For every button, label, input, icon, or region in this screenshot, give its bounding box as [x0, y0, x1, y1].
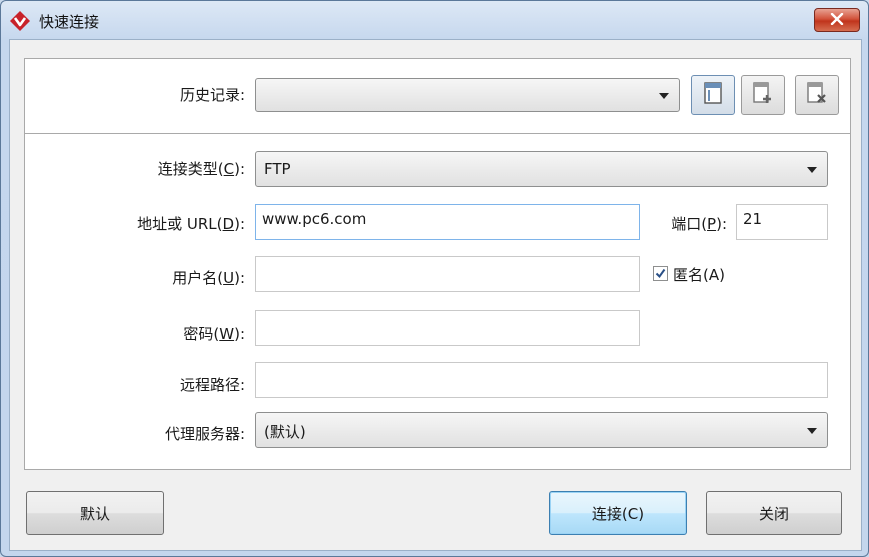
checkmark-icon — [655, 265, 666, 283]
delete-history-button[interactable] — [795, 75, 839, 115]
chevron-down-icon — [807, 428, 817, 434]
window-title: 快速连接 — [39, 13, 100, 31]
password-label: 密码(W): — [183, 325, 245, 343]
connection-panel: 历史记录: 连接类型(C): FTP 地址或 URL(D): www.pc6.c… — [24, 58, 851, 470]
history-panel-icon — [703, 82, 723, 108]
title-bar[interactable]: 快速连接 — [1, 1, 868, 41]
remote-path-label: 远程路径: — [179, 376, 245, 394]
close-button[interactable]: 关闭 — [706, 491, 842, 535]
connect-button[interactable]: 连接(C) — [549, 491, 687, 535]
port-input[interactable]: 21 — [736, 204, 828, 240]
conn-type-select[interactable]: FTP — [255, 151, 828, 187]
history-panel-button[interactable] — [691, 75, 735, 115]
default-button[interactable]: 默认 — [26, 491, 164, 535]
chevron-down-icon — [659, 93, 669, 99]
remote-path-input[interactable] — [255, 362, 828, 398]
conn-type-value: FTP — [264, 160, 291, 178]
close-window-button[interactable] — [814, 8, 860, 32]
proxy-label: 代理服务器: — [164, 425, 245, 443]
add-history-button[interactable] — [741, 75, 785, 115]
port-label: 端口(P): — [671, 215, 727, 233]
address-label: 地址或 URL(D): — [137, 215, 245, 233]
conn-type-label: 连接类型(C): — [157, 160, 245, 178]
username-input[interactable] — [255, 256, 640, 292]
dialog-body: 历史记录: 连接类型(C): FTP 地址或 URL(D): www.pc6.c… — [9, 39, 862, 551]
proxy-value: (默认) — [264, 423, 306, 441]
delete-history-icon — [806, 82, 828, 108]
app-logo-icon — [9, 10, 31, 32]
username-label: 用户名(U): — [172, 269, 245, 287]
history-label: 历史记录: — [179, 86, 245, 104]
password-input[interactable] — [255, 310, 640, 346]
close-icon — [830, 11, 844, 29]
chevron-down-icon — [807, 167, 817, 173]
anonymous-checkbox[interactable] — [653, 266, 668, 281]
add-history-icon — [752, 82, 774, 108]
proxy-select[interactable]: (默认) — [255, 412, 828, 448]
history-combo[interactable] — [255, 78, 680, 112]
anonymous-label[interactable]: 匿名(A) — [673, 264, 725, 285]
history-separator — [25, 133, 850, 134]
address-input[interactable]: www.pc6.com — [255, 204, 640, 240]
quick-connect-window: 快速连接 历史记录: 连接类型(C): FTP 地址或 URL(D): www.… — [0, 0, 869, 557]
